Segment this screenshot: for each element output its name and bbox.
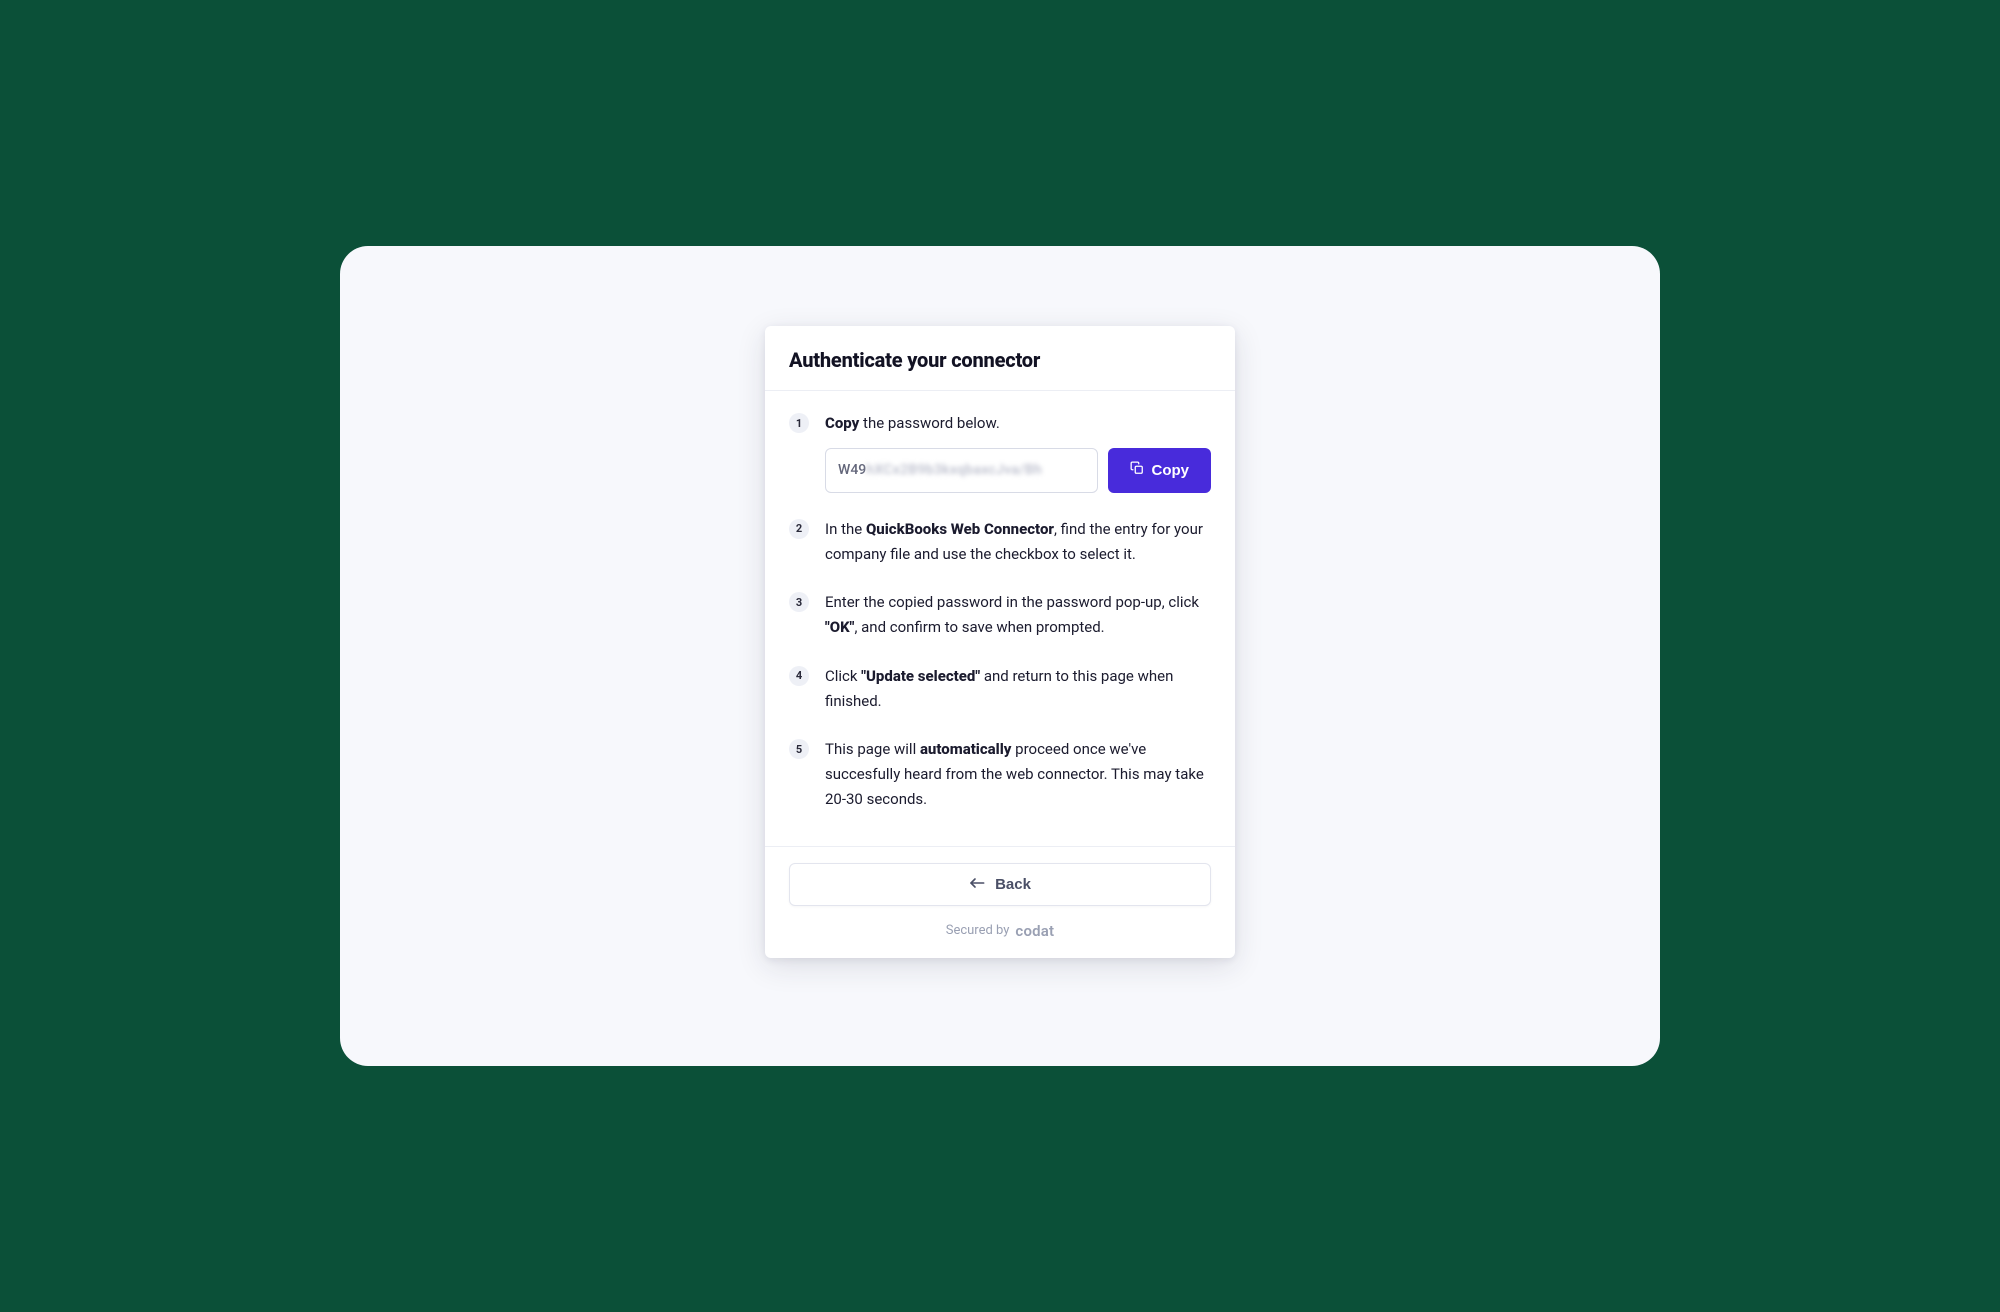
password-visible-prefix: W49 bbox=[838, 462, 866, 478]
step-2-pre: In the bbox=[825, 520, 866, 538]
step-5-pre: This page will bbox=[825, 740, 920, 758]
step-4: 4 Click "Update selected" and return to … bbox=[789, 664, 1211, 714]
step-3-pre: Enter the copied password in the passwor… bbox=[825, 593, 1199, 611]
step-number-badge: 4 bbox=[789, 666, 809, 686]
card-title: Authenticate your connector bbox=[789, 348, 1211, 372]
secured-brand: codat bbox=[1015, 922, 1054, 940]
step-1-text: Copy the password below. W49hXCx2B9b3kxq… bbox=[825, 411, 1211, 493]
step-5-bold: automatically bbox=[920, 740, 1012, 758]
step-1-bold: Copy bbox=[825, 414, 859, 432]
card-body: 1 Copy the password below. W49hXCx2B9b3k… bbox=[765, 391, 1235, 846]
arrow-left-icon bbox=[969, 876, 985, 893]
copy-button-label: Copy bbox=[1152, 462, 1190, 479]
card-header: Authenticate your connector bbox=[765, 326, 1235, 391]
password-row: W49hXCx2B9b3kxqbaxcJva/Bh Copy bbox=[825, 448, 1211, 493]
step-3: 3 Enter the copied password in the passw… bbox=[789, 590, 1211, 640]
step-number-badge: 2 bbox=[789, 519, 809, 539]
copy-icon bbox=[1130, 461, 1144, 479]
step-1-rest: the password below. bbox=[859, 414, 999, 432]
step-5-text: This page will automatically proceed onc… bbox=[825, 737, 1211, 811]
step-3-text: Enter the copied password in the passwor… bbox=[825, 590, 1211, 640]
back-button-label: Back bbox=[995, 876, 1031, 893]
step-2: 2 In the QuickBooks Web Connector, find … bbox=[789, 517, 1211, 567]
secured-prefix: Secured by bbox=[946, 923, 1010, 938]
step-3-bold: "OK" bbox=[825, 618, 854, 636]
step-1: 1 Copy the password below. W49hXCx2B9b3k… bbox=[789, 411, 1211, 493]
step-5: 5 This page will automatically proceed o… bbox=[789, 737, 1211, 811]
back-button[interactable]: Back bbox=[789, 863, 1211, 906]
copy-button[interactable]: Copy bbox=[1108, 448, 1212, 493]
secured-by-line: Secured by codat bbox=[789, 922, 1211, 940]
step-number-badge: 1 bbox=[789, 413, 809, 433]
app-background-panel: Authenticate your connector 1 Copy the p… bbox=[340, 246, 1660, 1066]
auth-connector-card: Authenticate your connector 1 Copy the p… bbox=[765, 326, 1235, 958]
step-4-pre: Click bbox=[825, 667, 861, 685]
step-number-badge: 3 bbox=[789, 592, 809, 612]
step-number-badge: 5 bbox=[789, 739, 809, 759]
step-3-post: , and confirm to save when prompted. bbox=[854, 618, 1104, 636]
password-obscured: hXCx2B9b3kxqbaxcJva/Bh bbox=[866, 462, 1042, 478]
step-4-text: Click "Update selected" and return to th… bbox=[825, 664, 1211, 714]
password-field[interactable]: W49hXCx2B9b3kxqbaxcJva/Bh bbox=[825, 448, 1098, 493]
card-footer: Back Secured by codat bbox=[765, 846, 1235, 958]
step-2-text: In the QuickBooks Web Connector, find th… bbox=[825, 517, 1211, 567]
step-4-bold: "Update selected" bbox=[861, 667, 980, 685]
step-2-bold: QuickBooks Web Connector bbox=[866, 520, 1054, 538]
